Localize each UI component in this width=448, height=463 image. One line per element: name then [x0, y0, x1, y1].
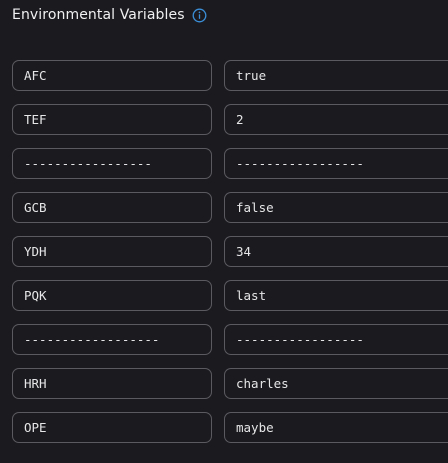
env-variable-row — [12, 192, 448, 223]
env-key-input[interactable] — [12, 236, 212, 267]
env-key-input[interactable] — [12, 412, 212, 443]
env-value-input[interactable] — [224, 236, 448, 267]
env-key-input[interactable] — [12, 60, 212, 91]
env-variable-row — [12, 280, 448, 311]
env-value-input[interactable] — [224, 412, 448, 443]
env-key-input[interactable] — [12, 148, 212, 179]
env-key-input[interactable] — [12, 192, 212, 223]
env-variable-row — [12, 368, 448, 399]
env-key-input[interactable] — [12, 104, 212, 135]
env-variable-row — [12, 60, 448, 91]
env-variable-row — [12, 324, 448, 355]
env-variable-row — [12, 236, 448, 267]
env-value-input[interactable] — [224, 324, 448, 355]
env-key-input[interactable] — [12, 324, 212, 355]
env-value-input[interactable] — [224, 60, 448, 91]
env-key-input[interactable] — [12, 280, 212, 311]
env-value-input[interactable] — [224, 192, 448, 223]
env-variable-list — [0, 0, 448, 463]
env-key-input[interactable] — [12, 368, 212, 399]
env-variable-row — [12, 104, 448, 135]
env-value-input[interactable] — [224, 104, 448, 135]
env-variable-row — [12, 148, 448, 179]
env-value-input[interactable] — [224, 280, 448, 311]
env-variable-row — [12, 412, 448, 443]
env-value-input[interactable] — [224, 368, 448, 399]
env-value-input[interactable] — [224, 148, 448, 179]
